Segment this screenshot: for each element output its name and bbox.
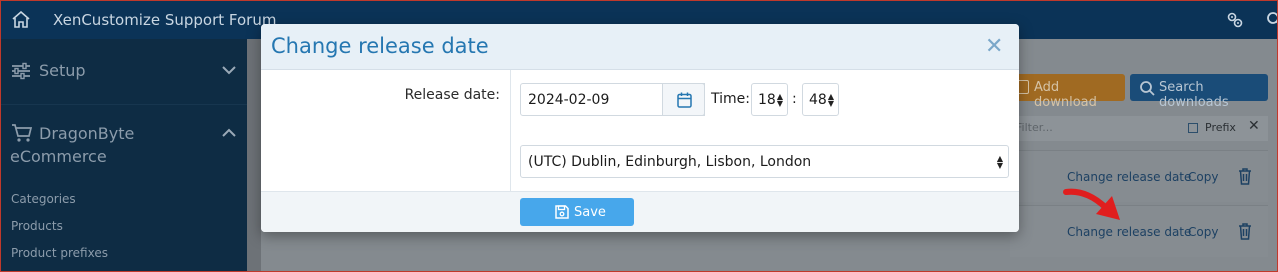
minute-value: 48 bbox=[809, 92, 827, 108]
timezone-value: (UTC) Dublin, Edinburgh, Lisbon, London bbox=[528, 154, 812, 170]
minute-select[interactable]: 48 ▲ ▼ bbox=[802, 83, 839, 116]
prefix-checkbox[interactable] bbox=[1188, 123, 1198, 133]
search-icon[interactable] bbox=[1266, 11, 1278, 27]
sidebar-item-product-prefixes[interactable]: Product prefixes bbox=[11, 246, 108, 260]
form-label-column: Release date: bbox=[261, 70, 511, 191]
forum-title[interactable]: XenCustomize Support Forum bbox=[53, 11, 276, 29]
sidebar-section-ecommerce[interactable]: DragonByte eCommerce bbox=[0, 106, 247, 186]
sliders-icon bbox=[12, 62, 30, 80]
home-icon[interactable] bbox=[12, 11, 30, 28]
filter-bar: Filter... Prefix ✕ bbox=[1010, 116, 1268, 141]
search-downloads-button[interactable]: Search downloads bbox=[1130, 74, 1268, 110]
dialog-title: Change release date bbox=[271, 34, 489, 58]
hour-select[interactable]: 18 ▲ ▼ bbox=[751, 83, 788, 116]
copy-link[interactable]: Copy bbox=[1188, 170, 1218, 184]
sidebar-item-products[interactable]: Products bbox=[11, 219, 63, 233]
change-release-date-link[interactable]: Change release date bbox=[1067, 225, 1191, 239]
annotation-arrow bbox=[1063, 188, 1120, 220]
change-release-date-link[interactable]: Change release date bbox=[1067, 170, 1191, 184]
release-date-value: 2024-02-09 bbox=[528, 92, 610, 108]
change-release-date-dialog: Change release date ✕ Release date: 2024… bbox=[261, 24, 1019, 232]
filter-input[interactable]: Filter... bbox=[1016, 121, 1053, 134]
add-download-label: Add download bbox=[1034, 80, 1097, 110]
hour-value: 18 bbox=[758, 92, 776, 108]
save-label: Save bbox=[574, 205, 606, 220]
select-arrows-icon: ▲ ▼ bbox=[776, 92, 783, 108]
chevron-down-icon[interactable] bbox=[222, 65, 236, 75]
save-button[interactable]: Save bbox=[520, 198, 634, 226]
timezone-select[interactable]: (UTC) Dublin, Edinburgh, Lisbon, London … bbox=[520, 145, 1009, 178]
chevron-up-icon[interactable] bbox=[222, 128, 236, 138]
sidebar-ecommerce-label: DragonByte eCommerce bbox=[10, 124, 135, 166]
prefix-label: Prefix bbox=[1205, 121, 1236, 134]
clear-filter-icon[interactable]: ✕ bbox=[1248, 118, 1260, 134]
select-arrows-icon: ▲ ▼ bbox=[827, 92, 834, 108]
copy-link[interactable]: Copy bbox=[1188, 225, 1218, 239]
release-date-label: Release date: bbox=[404, 87, 500, 103]
dialog-header: Change release date ✕ bbox=[261, 24, 1019, 70]
table-row: Change release date Copy bbox=[1010, 205, 1268, 257]
gears-icon[interactable] bbox=[1226, 11, 1244, 29]
trash-icon[interactable] bbox=[1238, 222, 1252, 240]
main-left-edge bbox=[247, 39, 261, 272]
floppy-disk-icon bbox=[555, 205, 569, 219]
time-separator: : bbox=[792, 91, 797, 107]
calendar-icon bbox=[677, 92, 692, 108]
trash-icon[interactable] bbox=[1238, 167, 1252, 185]
search-downloads-label: Search downloads bbox=[1159, 80, 1229, 110]
calendar-button[interactable] bbox=[662, 83, 705, 116]
add-download-button[interactable]: Add download bbox=[1008, 74, 1125, 110]
select-arrows-icon: ▲ ▼ bbox=[996, 154, 1003, 170]
sidebar-setup-label: Setup bbox=[39, 61, 86, 80]
time-label: Time: bbox=[711, 91, 750, 107]
dialog-footer: Save bbox=[261, 191, 1019, 232]
search-icon bbox=[1140, 81, 1155, 96]
close-icon[interactable]: ✕ bbox=[985, 34, 1003, 59]
table-row: Change release date Copy bbox=[1010, 150, 1268, 202]
sidebar-section-setup[interactable]: Setup bbox=[0, 39, 247, 105]
sidebar-item-categories[interactable]: Categories bbox=[11, 192, 76, 206]
admin-sidebar: Setup DragonByte eCommerce Categories Pr… bbox=[0, 39, 247, 272]
